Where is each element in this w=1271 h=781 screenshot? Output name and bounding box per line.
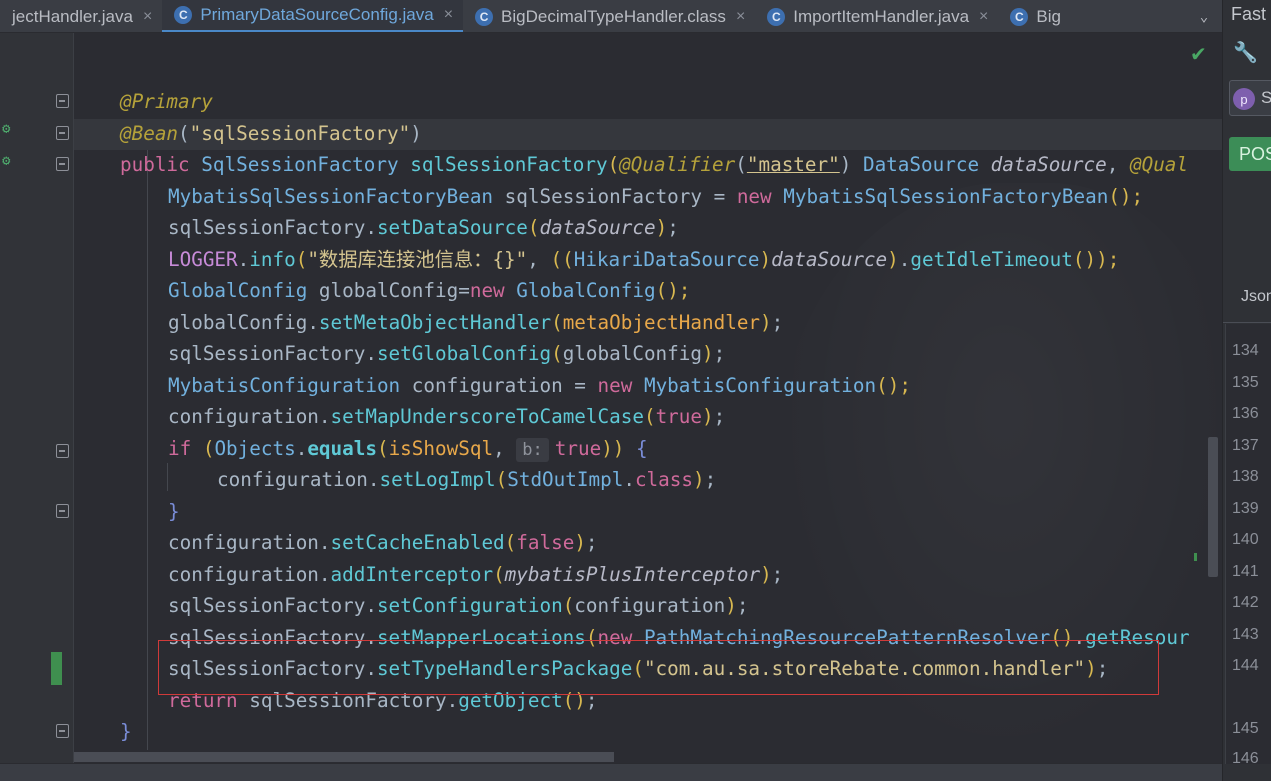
code-line: public SqlSessionFactory sqlSessionFacto… <box>120 153 1189 176</box>
close-icon[interactable]: × <box>736 8 745 26</box>
line-number: 137 <box>1232 437 1259 454</box>
code-line: LOGGER.info("数据库连接池信息：{}", ((HikariDataS… <box>168 248 1120 271</box>
java-class-icon: C <box>1010 7 1029 26</box>
tab-label: PrimaryDataSourceConfig.java <box>200 5 434 24</box>
horizontal-scrollbar[interactable] <box>74 752 614 762</box>
chevron-down-icon[interactable]: ⌄ <box>1186 0 1222 32</box>
fold-icon[interactable] <box>56 94 69 108</box>
line-number: 135 <box>1232 374 1259 391</box>
code-line: configuration.addInterceptor(mybatisPlus… <box>168 563 784 586</box>
close-icon[interactable]: × <box>979 8 988 26</box>
tab-label: jectHandler.java <box>12 6 133 26</box>
wrench-icon[interactable]: 🔧 <box>1233 40 1258 64</box>
bean-navigate-icon[interactable]: ⚙ <box>2 121 20 137</box>
code-line: MybatisSqlSessionFactoryBean sqlSessionF… <box>168 185 1144 208</box>
fold-icon[interactable] <box>56 724 69 738</box>
line-number: 139 <box>1232 500 1259 517</box>
indent-guide <box>147 150 148 750</box>
bean-navigate-icon[interactable]: ⚙ <box>2 153 20 169</box>
vcs-change-marker[interactable] <box>51 652 62 685</box>
code-line: MybatisConfiguration configuration = new… <box>168 374 911 397</box>
tab-importitem-handler[interactable]: C ImportItemHandler.java × <box>755 0 998 32</box>
line-number: 143 <box>1232 626 1259 643</box>
check-icon[interactable]: ✔ <box>1190 42 1207 66</box>
line-number: 144 <box>1232 657 1259 674</box>
project-label: S <box>1261 88 1271 108</box>
code-line: if (Objects.equals(isShowSql, b: true)) { <box>168 437 648 462</box>
editor-gutter: ⚙ ⚙ <box>0 33 74 763</box>
post-method-button[interactable]: POS <box>1229 137 1271 171</box>
code-line: } <box>168 500 180 523</box>
line-number: 136 <box>1232 405 1259 422</box>
fold-icon[interactable] <box>56 126 69 140</box>
code-line: configuration.setLogImpl(StdOutImpl.clas… <box>217 468 717 491</box>
code-line: GlobalConfig globalConfig=new GlobalConf… <box>168 279 691 302</box>
code-line: configuration.setMapUnderscoreToCamelCas… <box>168 405 726 428</box>
code-editor[interactable]: ✔ @Primary @Bean("sqlSessionFactory") pu… <box>74 33 1222 763</box>
editor-tab-bar: jectHandler.java × C PrimaryDataSourceCo… <box>0 0 1222 33</box>
json-line-numbers: 134 135 136 137 138 139 140 141 142 143 … <box>1225 324 1271 764</box>
fold-icon[interactable] <box>56 444 69 458</box>
code-line: sqlSessionFactory.setDataSource(dataSour… <box>168 216 679 239</box>
code-line: globalConfig.setMetaObjectHandler(metaOb… <box>168 311 784 334</box>
close-icon[interactable]: × <box>143 8 152 26</box>
vertical-scrollbar[interactable] <box>1208 437 1218 577</box>
line-number: 142 <box>1232 594 1259 611</box>
tab-big-truncated[interactable]: C Big <box>998 0 1061 32</box>
line-number: 145 <box>1232 720 1259 737</box>
fold-icon[interactable] <box>56 157 69 171</box>
fold-icon[interactable] <box>56 504 69 518</box>
bottom-strip <box>0 763 1222 781</box>
change-stripe <box>1194 553 1197 561</box>
close-icon[interactable]: × <box>444 6 453 24</box>
code-line: configuration.setCacheEnabled(false); <box>168 531 598 554</box>
code-line: sqlSessionFactory.setGlobalConfig(global… <box>168 342 726 365</box>
java-class-icon: C <box>174 6 193 24</box>
code-line: } <box>120 720 132 743</box>
json-tab[interactable]: Json <box>1241 288 1271 306</box>
tab-bigdecimal-typehandler[interactable]: C BigDecimalTypeHandler.class × <box>463 0 755 32</box>
line-number: 140 <box>1232 531 1259 548</box>
tab-label: BigDecimalTypeHandler.class <box>501 6 726 26</box>
fast-request-panel: Fast 🔧 p S POS Json 134 135 136 137 138 … <box>1222 0 1271 781</box>
tab-objecthandler[interactable]: jectHandler.java × <box>0 0 162 32</box>
panel-title: Fast <box>1231 4 1267 24</box>
indent-guide <box>167 463 168 491</box>
tab-primary-datasource-config[interactable]: C PrimaryDataSourceConfig.java × <box>162 0 464 32</box>
tab-label: ImportItemHandler.java <box>793 6 970 26</box>
line-number: 146 <box>1232 750 1259 764</box>
highlight-box <box>158 640 1159 695</box>
project-icon: p <box>1233 88 1255 110</box>
java-class-icon: C <box>767 7 786 26</box>
line-number: 138 <box>1232 468 1259 485</box>
code-line: @Bean("sqlSessionFactory") <box>120 122 422 145</box>
panel-divider <box>1223 322 1271 323</box>
parameter-hint: b: <box>516 438 549 462</box>
line-number: 141 <box>1232 563 1259 580</box>
line-number: 134 <box>1232 342 1259 359</box>
code-line: sqlSessionFactory.setConfiguration(confi… <box>168 594 749 617</box>
code-line: @Primary <box>120 90 213 113</box>
java-class-icon: C <box>475 7 494 26</box>
tab-label: Big <box>1036 6 1061 26</box>
